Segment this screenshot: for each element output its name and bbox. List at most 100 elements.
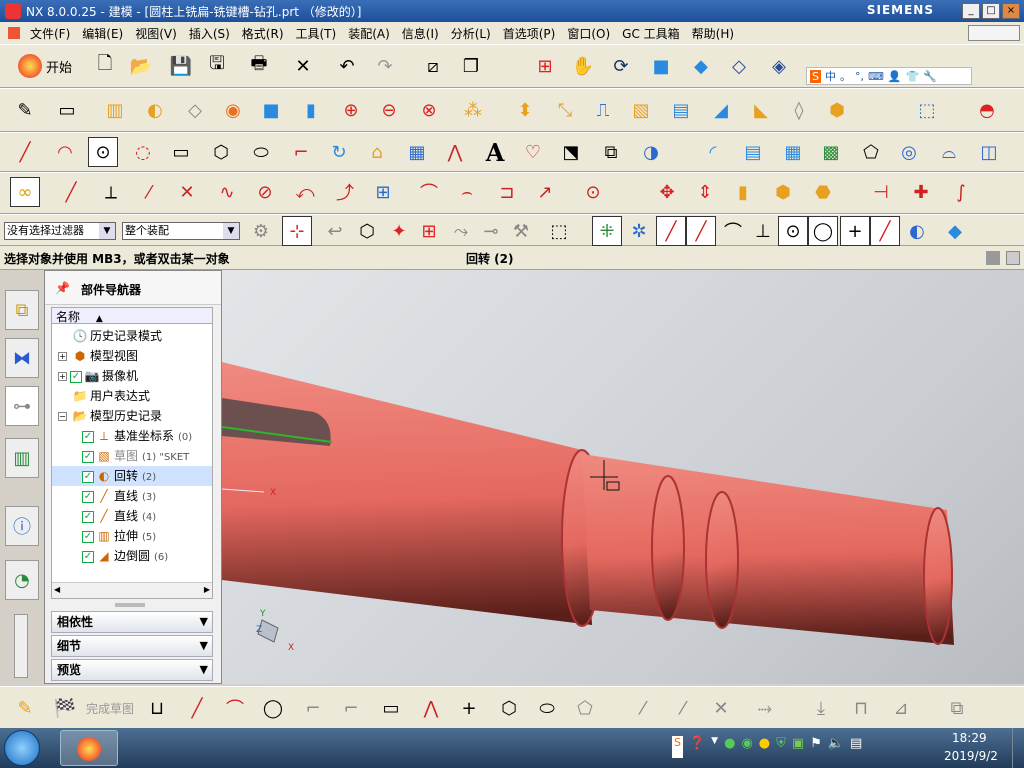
expand-toggle[interactable]: +	[58, 352, 67, 361]
network-tray-icon[interactable]: ●	[724, 736, 735, 758]
extract-curve-icon[interactable]: ∿	[212, 177, 242, 207]
swept-icon[interactable]: ▩	[816, 137, 846, 167]
menu-analysis[interactable]: 分析(L)	[445, 25, 497, 42]
stretch-curve-icon[interactable]: ↗	[530, 177, 560, 207]
through-curves-icon[interactable]: ▤	[738, 137, 768, 167]
shield-icon[interactable]: ⛨	[776, 736, 786, 758]
expand-toggle[interactable]: +	[58, 372, 67, 381]
hole-icon[interactable]: ◉	[218, 95, 248, 125]
save-as-icon[interactable]: 🖫	[202, 51, 232, 81]
maximize-button[interactable]: □	[982, 3, 1000, 19]
menu-edit[interactable]: 编辑(E)	[76, 25, 129, 42]
surface-analysis-icon[interactable]: ◓	[972, 95, 1002, 125]
reuse-library-icon[interactable]: ▥	[5, 438, 39, 478]
arc-icon[interactable]: ◠	[50, 137, 80, 167]
arc-icon[interactable]: ⌒	[220, 693, 250, 723]
ellipse-icon[interactable]: ⬭	[532, 693, 562, 723]
hidden-line-cube-icon[interactable]: ◈	[764, 51, 794, 81]
pan-hand-icon[interactable]: ✋	[568, 51, 598, 81]
ime-keyboard-icon[interactable]: ⌨	[868, 70, 884, 83]
ime-skin-icon[interactable]: 👕	[906, 70, 920, 83]
sketch-task-icon[interactable]: ✎	[10, 95, 40, 125]
taskbar-nx-button[interactable]	[60, 730, 118, 766]
n-sided-surface-icon[interactable]: ◎	[894, 137, 924, 167]
select-edge-icon[interactable]: ⤳	[446, 216, 476, 246]
mesh-curve-icon[interactable]: ▦	[402, 137, 432, 167]
visibility-checkbox[interactable]: ✓	[82, 530, 94, 543]
menu-format[interactable]: 格式(R)	[236, 25, 290, 42]
shaded-cube-icon[interactable]: ■	[646, 51, 676, 81]
edge-blend-icon[interactable]: ◢	[706, 95, 736, 125]
copy-icon[interactable]: ❐	[456, 51, 486, 81]
select-feature-icon[interactable]: ✦	[384, 216, 414, 246]
datum-plane-icon[interactable]: ◇	[180, 95, 210, 125]
start-orb[interactable]	[4, 730, 40, 766]
constraint-icon[interactable]: ⧉	[942, 693, 972, 723]
associative-curve-icon[interactable]: ⊙	[88, 137, 118, 167]
fillet-curve-icon[interactable]: ⌐	[286, 137, 316, 167]
make-corner-icon[interactable]: ∫	[946, 177, 976, 207]
selection-filter-icon[interactable]: ⚙	[246, 216, 276, 246]
snap-intersection-icon[interactable]: ⊥	[748, 216, 778, 246]
snap-endpoint-icon[interactable]: ⁜	[592, 216, 622, 246]
panel-details[interactable]: 细节 ▼	[51, 635, 213, 657]
tree-node[interactable]: ✓ ╱ 直线 (4)	[52, 506, 212, 526]
move-face-icon[interactable]: ⤡	[550, 95, 580, 125]
web-browser-icon[interactable]: ⓘ	[5, 506, 39, 546]
dashed-line-icon[interactable]: ⁄	[134, 177, 164, 207]
shaded-edges-cube-icon[interactable]: ◆	[686, 51, 716, 81]
start-button[interactable]: 开始	[8, 51, 82, 81]
cylinder-icon[interactable]: ▮	[296, 95, 326, 125]
intersection-point-icon[interactable]: ✕	[706, 693, 736, 723]
menu-assemblies[interactable]: 装配(A)	[342, 25, 396, 42]
tree-node[interactable]: ✓ ◢ 边倒圆 (6)	[52, 546, 212, 566]
resource-scroll[interactable]	[14, 614, 28, 678]
ime-tools-icon[interactable]: 🔧	[923, 70, 937, 83]
undo-select-icon[interactable]: ↩	[320, 216, 350, 246]
trim-curve-icon[interactable]: ⤴	[330, 177, 360, 207]
nvidia-tray-icon[interactable]: ▣	[792, 736, 804, 758]
scroll-right-icon[interactable]: ▶	[204, 585, 210, 594]
pattern-feature-icon[interactable]: ⁂	[458, 95, 488, 125]
print-icon[interactable]: 🖶	[244, 51, 274, 81]
status-toggle-icon[interactable]	[1006, 251, 1020, 265]
studio-spline-icon[interactable]: ⋀	[440, 137, 470, 167]
point-set-icon[interactable]: ⊙	[578, 177, 608, 207]
tree-node[interactable]: 🕓 历史记录模式	[52, 326, 212, 346]
visibility-checkbox[interactable]: ✓	[82, 510, 94, 523]
menu-tools[interactable]: 工具(T)	[290, 25, 343, 42]
extrude-icon[interactable]: ▥	[100, 95, 130, 125]
rectangle-icon[interactable]: ▭	[166, 137, 196, 167]
sketch-line-icon[interactable]: ╱	[56, 177, 86, 207]
sketch-icon[interactable]: ✎	[10, 693, 40, 723]
draft-icon[interactable]: ⬢	[822, 95, 852, 125]
open-folder-icon[interactable]: 📂	[126, 51, 156, 81]
edit-curve-icon[interactable]: ⊐	[492, 177, 522, 207]
ime-chinese-mode[interactable]: 中	[825, 68, 836, 84]
combined-curve-icon[interactable]: ◑	[636, 137, 666, 167]
snap-bounded-icon[interactable]: ◆	[940, 216, 970, 246]
panel-dependencies[interactable]: 相依性 ▼	[51, 611, 213, 633]
menu-preferences[interactable]: 首选项(P)	[497, 25, 562, 42]
tree-node[interactable]: + ✓ 📷 摄像机	[52, 366, 212, 386]
tree-node[interactable]: ✓ ╱ 直线 (3)	[52, 486, 212, 506]
project-curve-icon[interactable]: ⬔	[556, 137, 586, 167]
patch-icon[interactable]: ◫	[974, 137, 1004, 167]
curve-on-surface-icon[interactable]: ⊞	[368, 177, 398, 207]
text-icon[interactable]: A	[480, 137, 510, 167]
panel-preview[interactable]: 预览 ▼	[51, 659, 213, 681]
constraint-icon[interactable]: ∞	[10, 177, 40, 207]
rectangle-select-icon[interactable]: ⬚	[544, 216, 574, 246]
revolve-icon[interactable]: ◐	[140, 95, 170, 125]
menu-help[interactable]: 帮助(H)	[686, 25, 740, 42]
column-header[interactable]: 名称 ▲	[52, 308, 212, 324]
chevron-down-icon[interactable]: ▼	[711, 736, 718, 758]
select-body-icon[interactable]: ⬡	[352, 216, 382, 246]
menu-window[interactable]: 窗口(O)	[561, 25, 616, 42]
cut-icon[interactable]: ⧄	[418, 51, 448, 81]
datum-csys-icon[interactable]: ⟂	[96, 177, 126, 207]
sew-icon[interactable]: ⌓	[934, 137, 964, 167]
rotate-view-icon[interactable]: ⟳	[606, 51, 636, 81]
security-tray-icon[interactable]: ◉	[741, 736, 752, 758]
visibility-checkbox[interactable]: ✓	[82, 470, 94, 483]
